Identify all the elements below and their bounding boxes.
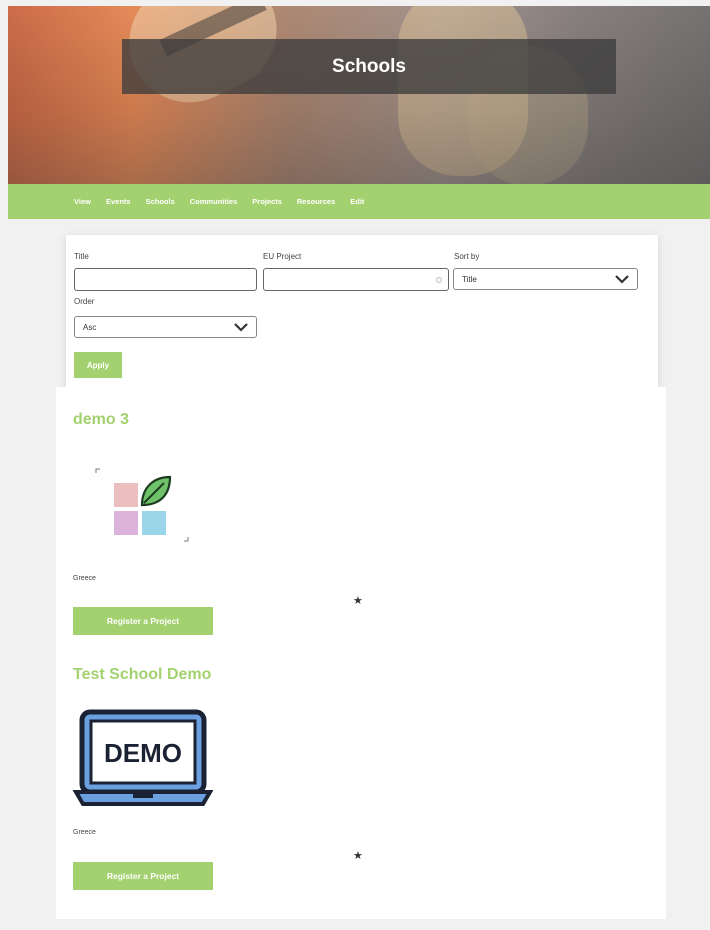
school-title-link[interactable]: demo 3 — [73, 411, 129, 429]
order-label: Order — [74, 297, 95, 306]
sort-by-value: Title — [462, 274, 477, 284]
sort-by-select[interactable]: Title — [453, 268, 638, 290]
order-select[interactable]: Asc — [74, 316, 257, 338]
apply-button[interactable]: Apply — [74, 352, 122, 378]
hero-shade — [8, 6, 710, 184]
laptop-demo-logo: DEMO — [73, 709, 213, 806]
register-project-button[interactable]: Register a Project — [73, 607, 213, 635]
chevron-down-icon — [615, 275, 629, 284]
favorite-star-icon[interactable]: ★ — [353, 849, 363, 862]
tab-view[interactable]: View — [74, 197, 91, 206]
page-title: Schools — [332, 55, 406, 77]
eu-project-label: EU Project — [263, 252, 302, 261]
sort-by-label: Sort by — [454, 252, 480, 261]
favorite-star-icon[interactable]: ★ — [353, 594, 363, 607]
school-title-link[interactable]: Test School Demo — [73, 666, 211, 684]
eu-project-input[interactable] — [263, 268, 449, 291]
tab-projects[interactable]: Projects — [252, 197, 282, 206]
register-project-button[interactable]: Register a Project — [73, 862, 213, 890]
filter-form: Title EU Project Sort by Title Order Asc… — [66, 235, 658, 387]
tab-edit[interactable]: Edit — [350, 197, 364, 206]
title-label: Title — [74, 252, 89, 261]
tab-resources[interactable]: Resources — [297, 197, 335, 206]
tab-schools[interactable]: Schools — [146, 197, 175, 206]
tab-nav: View Events Schools Communities Projects… — [8, 184, 710, 219]
chevron-down-icon — [234, 323, 248, 332]
hero-banner: Schools — [8, 6, 710, 184]
demo-logo-text: DEMO — [104, 738, 182, 768]
school-list: demo 3 Greece ★ Register a Project Test … — [56, 387, 666, 919]
page: Schools View Events Schools Communities … — [0, 0, 710, 930]
school-country: Greece — [73, 829, 96, 836]
hero-title-box: Schools — [122, 39, 616, 94]
school-country: Greece — [73, 575, 96, 582]
title-input[interactable] — [74, 268, 257, 291]
tab-events[interactable]: Events — [106, 197, 131, 206]
order-value: Asc — [83, 322, 97, 332]
leaf-squares-logo — [95, 468, 189, 542]
autocomplete-icon — [436, 277, 442, 283]
tab-communities[interactable]: Communities — [190, 197, 238, 206]
